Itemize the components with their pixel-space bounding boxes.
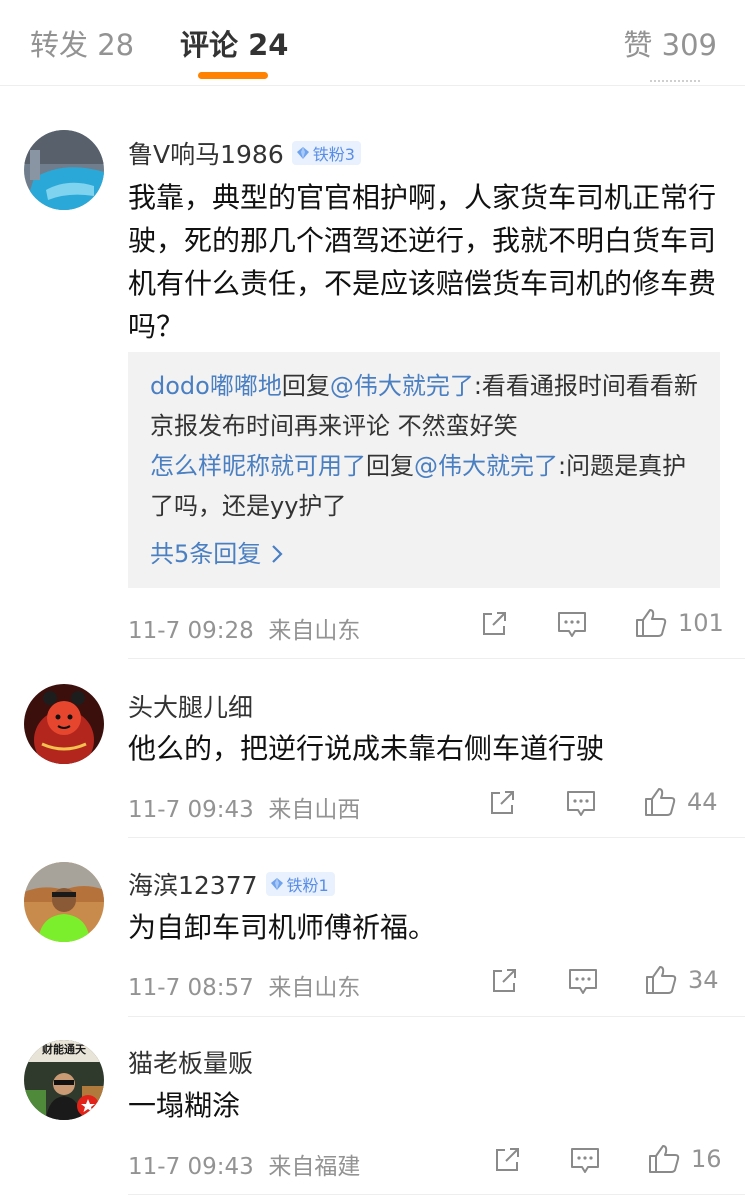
comment-meta: 11-7 09:43 来自山西 bbox=[128, 790, 360, 824]
diamond-icon bbox=[296, 147, 309, 159]
avatar[interactable] bbox=[24, 684, 104, 764]
reply-box[interactable]: dodo嘟嘟地回复@伟大就完了:看看通报时间看看新京报发布时间再来评论 不然蛮好… bbox=[128, 352, 720, 588]
share-icon bbox=[491, 791, 514, 814]
like-button[interactable]: 44 bbox=[643, 786, 718, 818]
username[interactable]: 头大腿儿细 bbox=[128, 688, 253, 724]
avatar-caption: 财能通天 bbox=[42, 1043, 86, 1056]
comment-divider bbox=[128, 1194, 745, 1195]
comment-time: 11-7 09:43 bbox=[128, 797, 254, 823]
comment-location: 来自山东 bbox=[268, 618, 361, 644]
like-count: 101 bbox=[678, 609, 724, 637]
share-button[interactable] bbox=[492, 1145, 522, 1175]
comment-divider bbox=[128, 658, 745, 659]
comment-icon bbox=[571, 1148, 599, 1173]
share-button[interactable] bbox=[487, 788, 517, 818]
username-text[interactable]: 猫老板量贩 bbox=[128, 1049, 253, 1078]
comment-text: 一塌糊涂 bbox=[128, 1089, 241, 1122]
reply-button[interactable] bbox=[569, 1145, 601, 1175]
fan-badge[interactable]: 铁粉1 bbox=[265, 872, 335, 896]
avatar[interactable] bbox=[24, 862, 104, 942]
comment-time: 11-7 09:28 bbox=[128, 618, 254, 644]
reply-item[interactable]: dodo嘟嘟地回复@伟大就完了:看看通报时间看看新京报发布时间再来评论 不然蛮好… bbox=[150, 366, 698, 446]
like-button[interactable]: 101 bbox=[634, 607, 724, 639]
thumbs-up-icon bbox=[646, 966, 677, 994]
like-count: 16 bbox=[691, 1145, 722, 1173]
thumbs-up-icon bbox=[649, 1145, 680, 1173]
reply-button[interactable] bbox=[567, 966, 599, 996]
comment-text: 为自卸车司机师傅祈福。 bbox=[128, 911, 437, 944]
like-button[interactable]: 16 bbox=[647, 1143, 722, 1175]
tab-comments[interactable]: 评论 24 bbox=[180, 22, 288, 64]
comment-time: 11-7 08:57 bbox=[128, 975, 254, 1001]
tab-likes[interactable]: 赞 309 bbox=[623, 22, 717, 64]
reply-target-link[interactable]: @伟大就完了 bbox=[330, 372, 474, 400]
share-button[interactable] bbox=[479, 609, 509, 639]
reply-verb: 回复 bbox=[281, 372, 330, 400]
comment-location: 来自山西 bbox=[268, 797, 361, 823]
share-icon bbox=[496, 1148, 519, 1171]
reply-item[interactable]: 怎么样昵称就可用了回复@伟大就完了:问题是真护了吗，还是yy护了 bbox=[150, 446, 698, 526]
comment-icon bbox=[569, 969, 597, 994]
share-button[interactable] bbox=[489, 966, 519, 996]
comment-location: 来自山东 bbox=[268, 975, 361, 1001]
avatar[interactable] bbox=[24, 130, 104, 210]
active-tab-indicator bbox=[198, 72, 268, 79]
more-replies-label: 共5条回复 bbox=[150, 540, 262, 568]
like-button[interactable]: 34 bbox=[644, 964, 719, 996]
username-text[interactable]: 鲁V响马1986 bbox=[128, 140, 284, 169]
comment-meta: 11-7 09:28 来自山东 bbox=[128, 611, 360, 645]
comment-text: 我靠，典型的官官相护啊，人家货车司机正常行驶，死的那几个酒驾还逆行，我就不明白货… bbox=[128, 181, 717, 343]
reply-user-link[interactable]: dodo嘟嘟地 bbox=[150, 372, 282, 400]
badge-label: 铁粉1 bbox=[286, 876, 329, 895]
reply-verb: 回复 bbox=[366, 452, 414, 480]
username[interactable]: 猫老板量贩 bbox=[128, 1044, 253, 1080]
comment-tabs: 转发 28 评论 24 赞 309 bbox=[0, 0, 745, 86]
badge-label: 铁粉3 bbox=[312, 145, 355, 164]
avatar-image-icon bbox=[24, 684, 104, 764]
share-icon bbox=[483, 612, 506, 635]
fan-badge[interactable]: 铁粉3 bbox=[291, 141, 361, 165]
username[interactable]: 鲁V响马1986 铁粉3 bbox=[128, 135, 361, 171]
comment-text: 他么的，把逆行说成未靠右侧车道行驶 bbox=[128, 732, 605, 765]
divider-dots bbox=[650, 80, 700, 83]
avatar[interactable]: 财能通天 bbox=[24, 1040, 104, 1120]
thumbs-up-icon bbox=[636, 609, 667, 637]
more-replies-link[interactable]: 共5条回复 bbox=[150, 534, 698, 574]
avatar-image-icon bbox=[24, 130, 104, 210]
reply-button[interactable] bbox=[565, 788, 597, 818]
comment-time: 11-7 09:43 bbox=[128, 1154, 254, 1180]
like-count: 34 bbox=[688, 966, 719, 994]
avatar-image-icon bbox=[24, 862, 104, 942]
comment-meta: 11-7 09:43 来自福建 bbox=[128, 1147, 360, 1181]
like-count: 44 bbox=[687, 788, 718, 816]
comment-divider bbox=[128, 837, 745, 838]
comment-meta: 11-7 08:57 来自山东 bbox=[128, 968, 360, 1002]
username-text[interactable]: 头大腿儿细 bbox=[128, 693, 253, 722]
username[interactable]: 海滨12377 铁粉1 bbox=[128, 866, 335, 902]
comment-location: 来自福建 bbox=[268, 1154, 361, 1180]
chevron-right-icon bbox=[272, 545, 283, 563]
comment-divider bbox=[128, 1016, 745, 1017]
reply-target-link[interactable]: @伟大就完了 bbox=[414, 452, 558, 480]
thumbs-up-icon bbox=[645, 788, 676, 816]
share-icon bbox=[493, 969, 516, 992]
tab-repost[interactable]: 转发 28 bbox=[30, 22, 134, 64]
diamond-icon bbox=[270, 878, 283, 890]
comment-icon bbox=[567, 791, 595, 816]
reply-button[interactable] bbox=[556, 609, 588, 639]
comment-icon bbox=[558, 612, 586, 637]
username-text[interactable]: 海滨12377 bbox=[128, 871, 258, 900]
reply-user-link[interactable]: 怎么样昵称就可用了 bbox=[150, 452, 366, 480]
